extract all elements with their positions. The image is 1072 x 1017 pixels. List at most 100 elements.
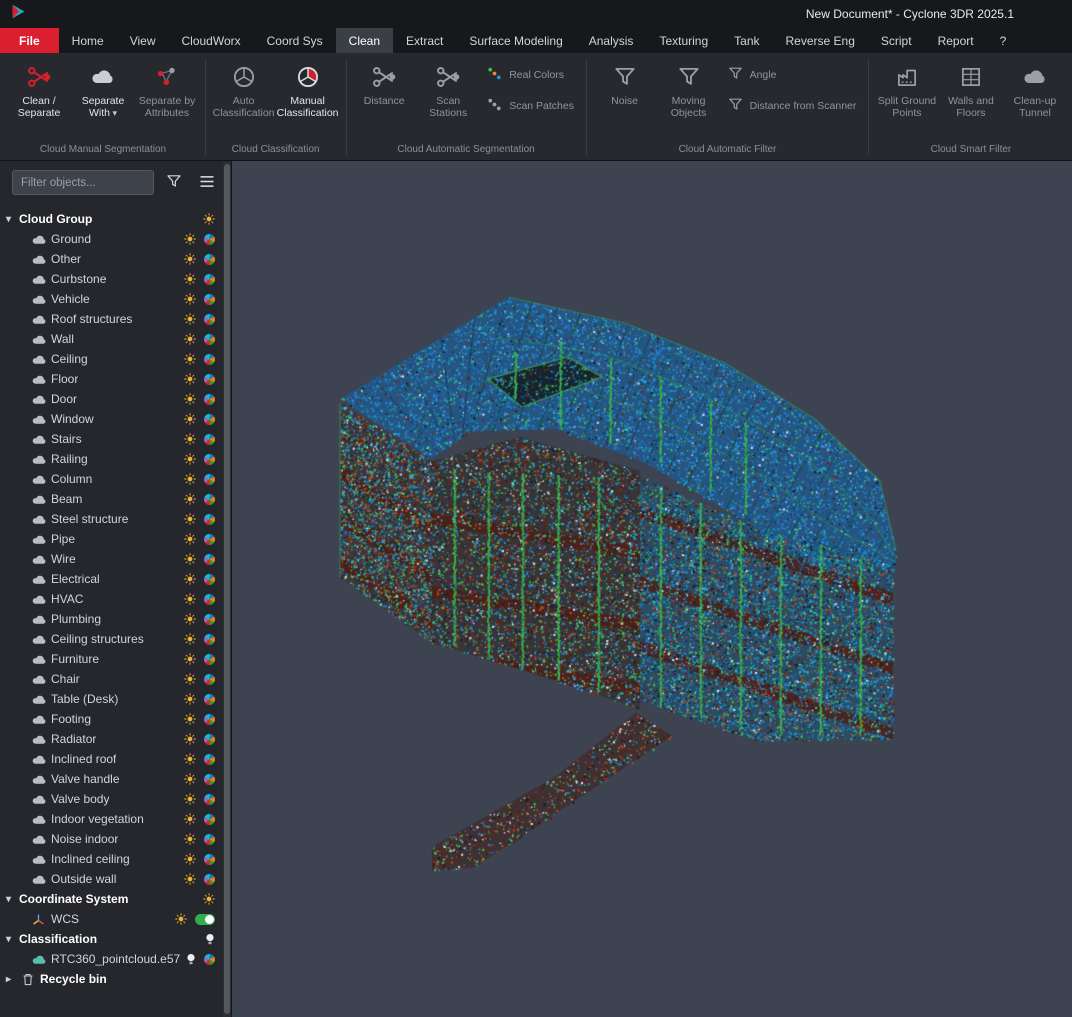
visibility-sun-icon[interactable] [184, 853, 196, 865]
visibility-sun-icon[interactable] [184, 353, 196, 365]
visibility-sun-icon[interactable] [184, 873, 196, 885]
tree-item-chair[interactable]: Chair [0, 669, 223, 689]
tab-reverse-eng[interactable]: Reverse Eng [773, 28, 868, 53]
visibility-sun-icon[interactable] [184, 813, 196, 825]
visibility-sun-icon[interactable] [184, 493, 196, 505]
visibility-sun-icon[interactable] [184, 593, 196, 605]
classification-pie-icon[interactable] [204, 454, 215, 465]
visibility-sun-icon[interactable] [184, 693, 196, 705]
visibility-sun-icon[interactable] [184, 253, 196, 265]
tab-home[interactable]: Home [59, 28, 117, 53]
tree-section-cloud-group[interactable]: ▾Cloud Group [0, 209, 223, 229]
tree-item-pipe[interactable]: Pipe [0, 529, 223, 549]
visibility-sun-icon[interactable] [184, 233, 196, 245]
tab-tank[interactable]: Tank [721, 28, 772, 53]
tab-report[interactable]: Report [925, 28, 987, 53]
ribbon-button-separate-by-attributes[interactable]: Separate by Attributes [135, 55, 199, 140]
tree-options-button[interactable] [194, 171, 220, 195]
tree-section-coordinate-system[interactable]: ▾Coordinate System [0, 889, 223, 909]
visibility-sun-icon[interactable] [184, 333, 196, 345]
classification-pie-icon[interactable] [204, 274, 215, 285]
tree-item-wall[interactable]: Wall [0, 329, 223, 349]
lightbulb-icon[interactable] [186, 953, 196, 966]
classification-pie-icon[interactable] [204, 654, 215, 665]
ribbon-button-distance[interactable]: Distance [352, 55, 416, 140]
tree-item-radiator[interactable]: Radiator [0, 729, 223, 749]
visibility-sun-icon[interactable] [184, 453, 196, 465]
visibility-sun-icon[interactable] [184, 533, 196, 545]
visibility-sun-icon[interactable] [203, 213, 215, 225]
ribbon-button-clean-up-tunnel[interactable]: Clean-up Tunnel [1003, 55, 1067, 140]
tree-item-footing[interactable]: Footing [0, 709, 223, 729]
tree-item-furniture[interactable]: Furniture [0, 649, 223, 669]
tree-item-floor[interactable]: Floor [0, 369, 223, 389]
app-logo-icon[interactable] [10, 3, 27, 25]
classification-pie-icon[interactable] [204, 794, 215, 805]
tree-item-inclined-ceiling[interactable]: Inclined ceiling [0, 849, 223, 869]
visibility-sun-icon[interactable] [184, 573, 196, 585]
tree-item-beam[interactable]: Beam [0, 489, 223, 509]
tree-item-curbstone[interactable]: Curbstone [0, 269, 223, 289]
visibility-sun-icon[interactable] [184, 473, 196, 485]
tree-item-vehicle[interactable]: Vehicle [0, 289, 223, 309]
chevron-right-icon[interactable]: ▸ [6, 974, 19, 985]
tab-clean[interactable]: Clean [336, 28, 393, 53]
visibility-sun-icon[interactable] [184, 433, 196, 445]
classification-pie-icon[interactable] [204, 534, 215, 545]
tree-item-valve-body[interactable]: Valve body [0, 789, 223, 809]
visibility-sun-icon[interactable] [175, 913, 187, 925]
classification-pie-icon[interactable] [204, 254, 215, 265]
classification-pie-icon[interactable] [204, 854, 215, 865]
visibility-sun-icon[interactable] [184, 313, 196, 325]
tree-item-inclined-roof[interactable]: Inclined roof [0, 749, 223, 769]
classification-pie-icon[interactable] [204, 514, 215, 525]
visibility-sun-icon[interactable] [184, 293, 196, 305]
tree-item-rtc360-pointcloud-e57[interactable]: RTC360_pointcloud.e57 [0, 949, 223, 969]
chevron-down-icon[interactable]: ▾ [6, 894, 19, 905]
classification-pie-icon[interactable] [204, 614, 215, 625]
classification-pie-icon[interactable] [204, 694, 215, 705]
tree-item-wcs[interactable]: WCS [0, 909, 223, 929]
tree-item-plumbing[interactable]: Plumbing [0, 609, 223, 629]
classification-pie-icon[interactable] [204, 714, 215, 725]
visibility-sun-icon[interactable] [184, 733, 196, 745]
tab-coord-sys[interactable]: Coord Sys [254, 28, 336, 53]
classification-pie-icon[interactable] [204, 634, 215, 645]
tree-item-wire[interactable]: Wire [0, 549, 223, 569]
classification-pie-icon[interactable] [204, 834, 215, 845]
classification-pie-icon[interactable] [204, 474, 215, 485]
tree-item-railing[interactable]: Railing [0, 449, 223, 469]
tree-item-electrical[interactable]: Electrical [0, 569, 223, 589]
tree-item-ceiling-structures[interactable]: Ceiling structures [0, 629, 223, 649]
tab-texturing[interactable]: Texturing [646, 28, 721, 53]
tree-scrollbar[interactable] [223, 161, 231, 1017]
classification-pie-icon[interactable] [204, 434, 215, 445]
tree-section-classification[interactable]: ▾Classification [0, 929, 223, 949]
visibility-sun-icon[interactable] [184, 833, 196, 845]
classification-pie-icon[interactable] [204, 234, 215, 245]
classification-pie-icon[interactable] [204, 314, 215, 325]
visibility-sun-icon[interactable] [184, 553, 196, 565]
tree-item-window[interactable]: Window [0, 409, 223, 429]
tree-item-column[interactable]: Column [0, 469, 223, 489]
classification-pie-icon[interactable] [204, 674, 215, 685]
tree-item-indoor-vegetation[interactable]: Indoor vegetation [0, 809, 223, 829]
visibility-sun-icon[interactable] [184, 793, 196, 805]
tree-item-hvac[interactable]: HVAC [0, 589, 223, 609]
ribbon-button-split-ground-points[interactable]: Split Ground Points [875, 55, 939, 140]
visibility-sun-icon[interactable] [184, 713, 196, 725]
visibility-sun-icon[interactable] [184, 273, 196, 285]
ribbon-button-noise[interactable]: Noise [593, 55, 657, 140]
tab-extract[interactable]: Extract [393, 28, 456, 53]
tab-help[interactable]: ? [987, 28, 1020, 53]
visibility-sun-icon[interactable] [184, 773, 196, 785]
tab-view[interactable]: View [117, 28, 169, 53]
classification-pie-icon[interactable] [204, 494, 215, 505]
classification-pie-icon[interactable] [204, 734, 215, 745]
chevron-down-icon[interactable]: ▾ [6, 214, 19, 225]
visibility-sun-icon[interactable] [184, 753, 196, 765]
ribbon-button-separate-with[interactable]: Separate With ▾ [71, 55, 135, 140]
tree-item-door[interactable]: Door [0, 389, 223, 409]
visibility-sun-icon[interactable] [184, 413, 196, 425]
ribbon-button-auto-classification[interactable]: Auto Classification [212, 55, 276, 140]
